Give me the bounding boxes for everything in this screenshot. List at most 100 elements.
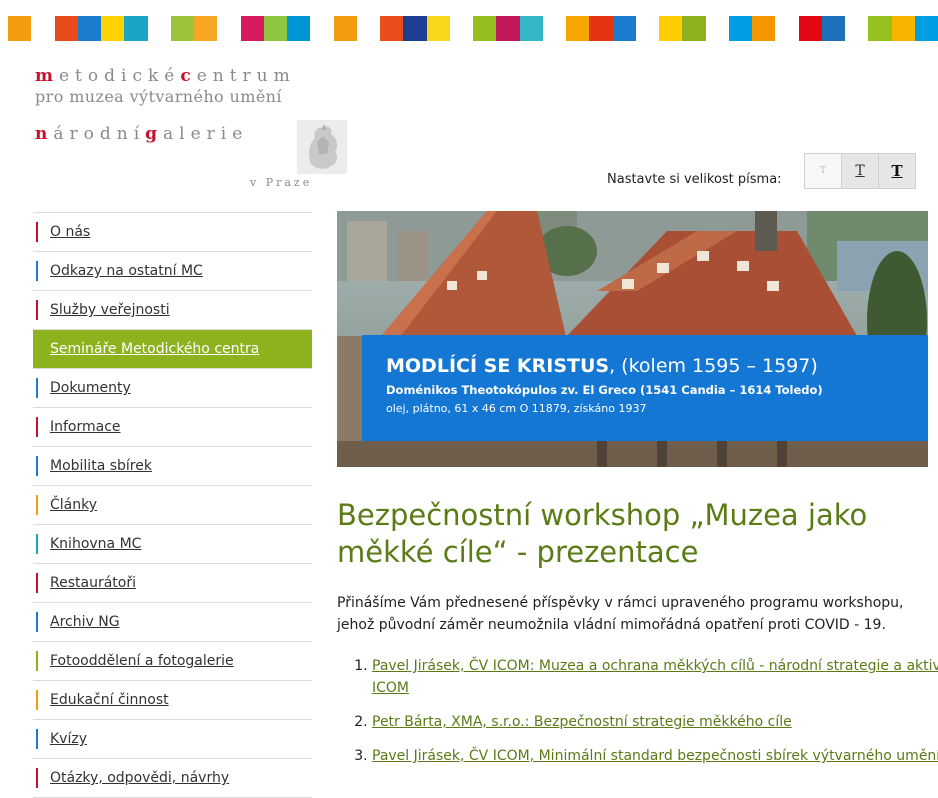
- logo-line-pro-muzea: pro muzea výtvarného umění: [35, 87, 282, 106]
- stripe-segment: [542, 16, 566, 41]
- logo-line-v-praze: v Praze: [250, 176, 313, 189]
- sidebar-item-link[interactable]: Odkazy na ostatní MC: [50, 263, 203, 279]
- stripe-segment: [310, 16, 334, 41]
- sidebar-item-6[interactable]: Mobilita sbírek: [33, 446, 312, 485]
- sidebar-item-marker: [36, 300, 38, 320]
- stripe-segment: [519, 16, 543, 41]
- stripe-segment: [380, 16, 404, 41]
- sidebar-item-link[interactable]: Restaurátoři: [50, 575, 136, 591]
- sidebar-item-8[interactable]: Knihovna MC: [33, 524, 312, 563]
- stripe-segment: [496, 16, 520, 41]
- sidebar-item-12[interactable]: Edukační činnost: [33, 680, 312, 719]
- stripe-segment: [821, 16, 845, 41]
- stripe-segment: [240, 16, 264, 41]
- presentation-link[interactable]: Pavel Jirásek, ČV ICOM, Minimální standa…: [372, 748, 938, 764]
- font-size-large-button[interactable]: T: [878, 153, 916, 189]
- sidebar-item-7[interactable]: Články: [33, 485, 312, 524]
- sidebar-item-marker: [36, 378, 38, 398]
- sidebar-item-marker: [36, 651, 38, 671]
- stripe-segment: [217, 16, 241, 41]
- stripe-segment: [170, 16, 194, 41]
- sidebar-item-link[interactable]: Kvízy: [50, 731, 87, 747]
- sidebar-nav: O nás Odkazy na ostatní MC Služby veřejnos…: [33, 212, 312, 798]
- stripe-segment: [845, 16, 869, 41]
- sidebar-item-link[interactable]: Knihovna MC: [50, 536, 141, 552]
- logo-line-narodni-galerie: národnígalerie: [35, 124, 249, 144]
- stripe-segment: [891, 16, 915, 41]
- font-size-small-button[interactable]: T: [804, 153, 842, 189]
- sidebar-item-3[interactable]: Semináře Metodického centra: [33, 329, 312, 368]
- sidebar-item-marker: [36, 573, 38, 593]
- stripe-segment: [635, 16, 659, 41]
- lion-crest-icon: [297, 120, 347, 174]
- sidebar-item-9[interactable]: Restaurátoři: [33, 563, 312, 602]
- stripe-segment: [868, 16, 892, 41]
- presentation-link[interactable]: Pavel Jirásek, ČV ICOM: Muzea a ochrana …: [372, 658, 938, 696]
- presentation-link[interactable]: Petr Bárta, XMA, s.r.o.: Bezpečnostní st…: [372, 714, 792, 730]
- sidebar-item-14[interactable]: Otázky, odpovědi, návrhy: [33, 758, 312, 798]
- stripe-segment: [752, 16, 776, 41]
- stripe-segment: [54, 16, 78, 41]
- stripe-segment: [659, 16, 683, 41]
- stripe-segment: [101, 16, 125, 41]
- stripe-segment: [194, 16, 218, 41]
- sidebar-item-5[interactable]: Informace: [33, 407, 312, 446]
- sidebar-item-marker: [36, 456, 38, 476]
- sidebar-item-link[interactable]: Informace: [50, 419, 121, 435]
- sidebar-item-marker: [36, 690, 38, 710]
- logo-line-metodicke-centrum: metodickécentrum: [35, 66, 296, 86]
- sidebar-item-11[interactable]: Fotooddělení a fotogalerie: [33, 641, 312, 680]
- sidebar-item-link[interactable]: Fotooddělení a fotogalerie: [50, 653, 234, 669]
- font-size-medium-button[interactable]: T: [841, 153, 879, 189]
- sidebar-item-link[interactable]: O nás: [50, 224, 90, 240]
- color-stripe-header: [8, 16, 938, 41]
- sidebar-item-13[interactable]: Kvízy: [33, 719, 312, 758]
- stripe-segment: [31, 16, 55, 41]
- sidebar-item-marker: [36, 261, 38, 281]
- presentation-list: Pavel Jirásek, ČV ICOM: Muzea a ochrana …: [337, 655, 938, 779]
- stripe-segment: [566, 16, 590, 41]
- list-item: Pavel Jirásek, ČV ICOM: Muzea a ochrana …: [372, 655, 938, 699]
- sidebar-item-1[interactable]: Odkazy na ostatní MC: [33, 251, 312, 290]
- sidebar-item-marker: [36, 417, 38, 437]
- sidebar-item-link[interactable]: Archiv NG: [50, 614, 120, 630]
- stripe-segment: [682, 16, 706, 41]
- sidebar-item-link[interactable]: Služby veřejnosti: [50, 302, 170, 318]
- sidebar-item-2[interactable]: Služby veřejnosti: [33, 290, 312, 329]
- stripe-segment: [612, 16, 636, 41]
- stripe-segment: [147, 16, 171, 41]
- stripe-segment: [449, 16, 473, 41]
- sidebar-item-marker: [36, 495, 38, 515]
- artwork-details: olej, plátno, 61 x 46 cm O 11879, získán…: [386, 402, 647, 415]
- list-item: Pavel Jirásek, ČV ICOM, Minimální standa…: [372, 745, 938, 767]
- sidebar-item-4[interactable]: Dokumenty: [33, 368, 312, 407]
- stripe-segment: [589, 16, 613, 41]
- stripe-segment: [124, 16, 148, 41]
- sidebar-item-0[interactable]: O nás: [33, 212, 312, 251]
- sidebar-item-link[interactable]: Dokumenty: [50, 380, 131, 396]
- stripe-segment: [426, 16, 450, 41]
- stripe-segment: [798, 16, 822, 41]
- sidebar-item-link[interactable]: Semináře Metodického centra: [50, 341, 259, 357]
- stripe-segment: [8, 16, 32, 41]
- artwork-title: MODLÍCÍ SE KRISTUS, (kolem 1595 – 1597): [386, 355, 818, 377]
- font-size-label: Nastavte si velikost písma:: [607, 172, 782, 187]
- sidebar-item-link[interactable]: Mobilita sbírek: [50, 458, 152, 474]
- sidebar-item-link[interactable]: Edukační činnost: [50, 692, 169, 708]
- stripe-segment: [287, 16, 311, 41]
- sidebar-item-marker: [36, 729, 38, 749]
- sidebar-item-link[interactable]: Články: [50, 497, 97, 513]
- stripe-segment: [775, 16, 799, 41]
- stripe-segment: [914, 16, 938, 41]
- sidebar-item-10[interactable]: Archiv NG: [33, 602, 312, 641]
- stripe-segment: [473, 16, 497, 41]
- artwork-artist: Doménikos Theotokópulos zv. El Greco (15…: [386, 383, 823, 397]
- artwork-caption: MODLÍCÍ SE KRISTUS, (kolem 1595 – 1597) …: [362, 335, 928, 441]
- site-logo[interactable]: metodickécentrum pro muzea výtvarného um…: [35, 66, 347, 189]
- stripe-segment: [403, 16, 427, 41]
- sidebar-item-marker: [36, 222, 38, 242]
- intro-paragraph: Přinášíme Vám přednesené příspěvky v rám…: [337, 595, 904, 633]
- sidebar-item-link[interactable]: Otázky, odpovědi, návrhy: [50, 770, 229, 786]
- stripe-segment: [705, 16, 729, 41]
- list-item: Petr Bárta, XMA, s.r.o.: Bezpečnostní st…: [372, 711, 938, 733]
